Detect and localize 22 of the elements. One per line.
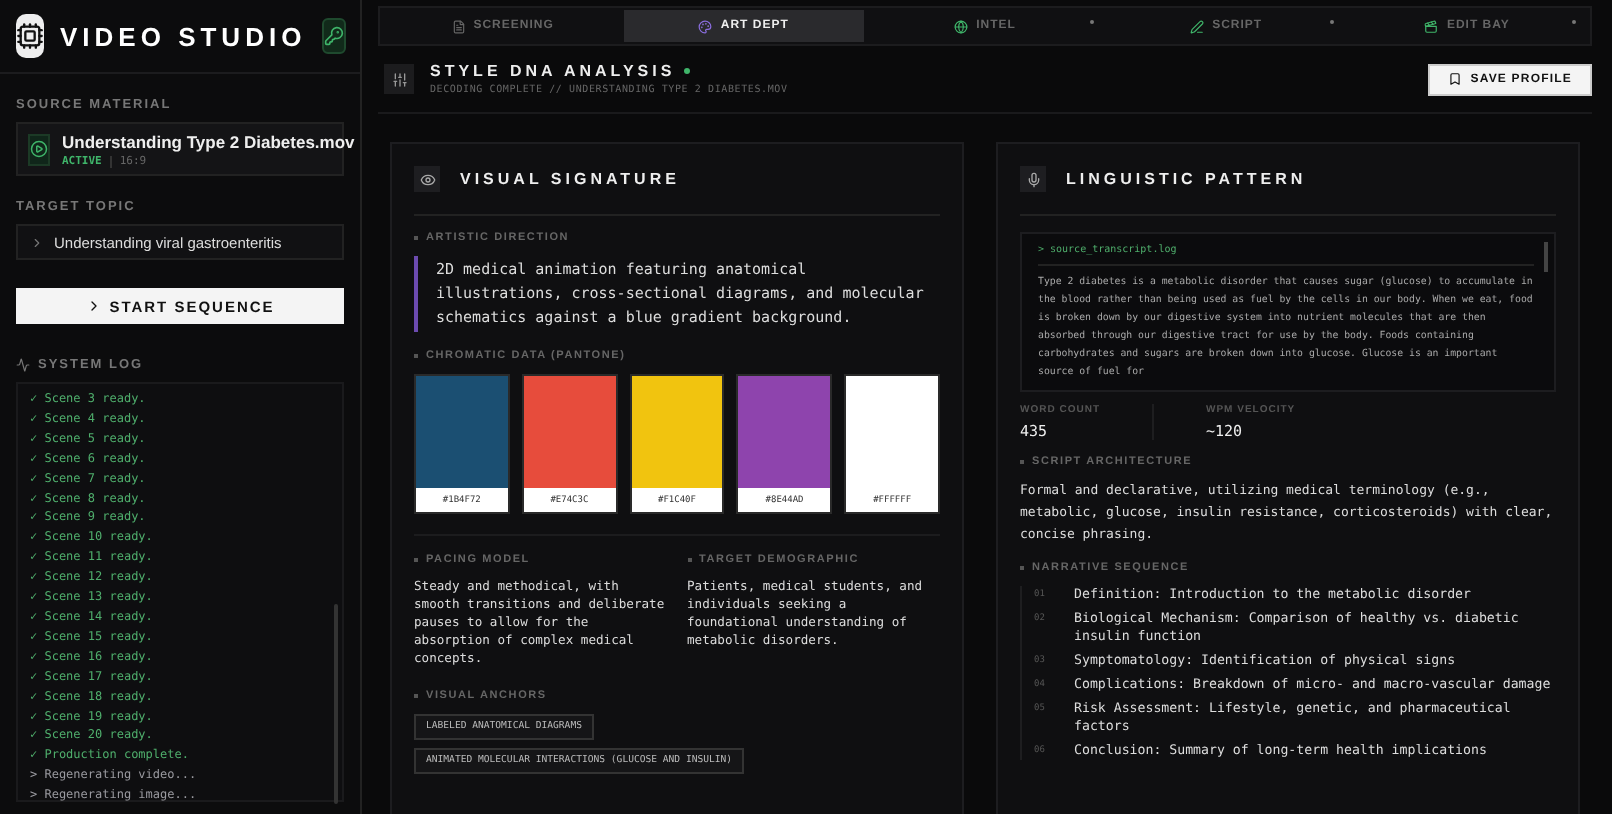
chevron-icon [30,235,44,249]
tab-icon [451,19,466,33]
activity-icon [16,358,30,372]
key-icon [324,26,345,46]
file-name: Understanding Type 2 Diabetes.mov [62,131,355,151]
eye-icon [414,166,440,192]
scrollbar-thumb[interactable] [334,604,338,804]
chip-icon [16,14,44,58]
scrollbar-thumb[interactable] [1544,242,1548,272]
app-title: VIDEO STUDIO [60,21,307,51]
sliders-icon [384,64,414,94]
bookmark-icon [1448,72,1463,86]
status-dot [683,68,690,74]
microphone-icon [1020,166,1046,192]
tab-icon [1190,19,1205,33]
tab-icon [698,19,713,33]
panel-title: VISUAL SIGNATURE [460,170,680,188]
tab-icon [1424,19,1439,33]
panel-title: LINGUISTIC PATTERN [1066,170,1307,188]
key-button[interactable] [322,18,347,54]
page-title: STYLE DNA ANALYSIS [430,62,676,80]
tab-icon [954,19,969,33]
